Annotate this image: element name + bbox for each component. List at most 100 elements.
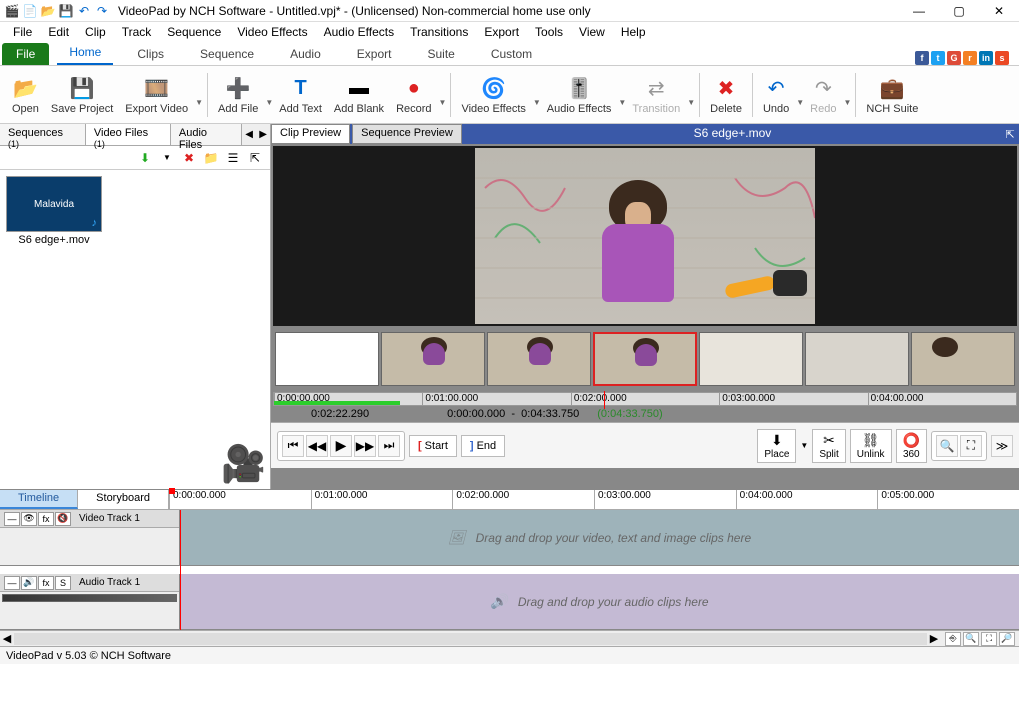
ribbon-tab-sequence[interactable]: Sequence xyxy=(188,43,266,65)
menu-videoeffects[interactable]: Video Effects xyxy=(230,23,314,41)
audio-effects-button[interactable]: 🎚️Audio Effects xyxy=(541,70,618,120)
delete-button[interactable]: ✖Delete xyxy=(704,70,748,120)
chevron-down-icon[interactable]: ▼ xyxy=(618,98,626,121)
video-track-lane[interactable]: 🖼 Drag and drop your video, text and ima… xyxy=(180,510,1019,566)
ribbon-tab-suite[interactable]: Suite xyxy=(415,43,466,65)
ribbon-tab-clips[interactable]: Clips xyxy=(125,43,176,65)
snap-icon[interactable]: ⎆ xyxy=(945,632,961,646)
unlink-button[interactable]: ⛓Unlink xyxy=(850,429,892,463)
reddit-icon[interactable]: r xyxy=(963,51,977,65)
menu-edit[interactable]: Edit xyxy=(41,23,76,41)
twitter-icon[interactable]: t xyxy=(931,51,945,65)
nch-suite-button[interactable]: 💼NCH Suite xyxy=(860,70,924,120)
menu-tools[interactable]: Tools xyxy=(528,23,570,41)
filmstrip[interactable] xyxy=(273,330,1017,390)
tab-storyboard[interactable]: Storyboard xyxy=(78,490,169,509)
scrub-ruler[interactable]: 0:00:00.000 0:01:00.000 0:02:00.000 0:03… xyxy=(273,392,1017,406)
menu-transitions[interactable]: Transitions xyxy=(403,23,475,41)
googleplus-icon[interactable]: G xyxy=(947,51,961,65)
set-start-button[interactable]: [Start xyxy=(409,435,457,457)
chevron-down-icon[interactable]: ▼ xyxy=(158,149,176,167)
goto-end-button[interactable]: ⏭ xyxy=(378,435,400,457)
linkedin-icon[interactable]: in xyxy=(979,51,993,65)
ribbon-tab-export[interactable]: Export xyxy=(345,43,404,65)
clip-item[interactable]: Malavida S6 edge+.mov xyxy=(6,176,102,246)
ribbon-tab-home[interactable]: Home xyxy=(57,41,113,65)
tab-clip-preview[interactable]: Clip Preview xyxy=(271,124,350,144)
video-effects-button[interactable]: 🌀Video Effects xyxy=(455,70,531,120)
audio-track-lane[interactable]: 🔊 Drag and drop your audio clips here xyxy=(180,574,1019,630)
new-folder-icon[interactable]: 📁 xyxy=(202,149,220,167)
menu-help[interactable]: Help xyxy=(614,23,653,41)
list-view-icon[interactable]: ☰ xyxy=(224,149,242,167)
detach-icon[interactable]: ⇱ xyxy=(246,149,264,167)
undo-icon[interactable]: ↶ xyxy=(76,3,92,19)
timeline-ruler[interactable]: 0:00:00.000 0:01:00.000 0:02:00.000 0:03… xyxy=(169,490,1019,509)
record-button[interactable]: ●Record xyxy=(390,70,437,120)
chevron-down-icon[interactable]: ▼ xyxy=(439,98,447,121)
preview-viewport[interactable] xyxy=(273,146,1017,326)
undo-button[interactable]: ↶Undo xyxy=(757,70,795,120)
ribbon-tab-custom[interactable]: Custom xyxy=(479,43,544,65)
volume-slider[interactable] xyxy=(2,594,177,602)
chevron-down-icon[interactable]: ▼ xyxy=(265,98,273,121)
delete-clip-icon[interactable]: ✖ xyxy=(180,149,198,167)
bin-tab-sequences[interactable]: Sequences (1) xyxy=(0,124,86,145)
menu-sequence[interactable]: Sequence xyxy=(160,23,228,41)
place-button[interactable]: ⬇Place xyxy=(757,429,796,463)
mute-icon[interactable]: 🔇 xyxy=(55,512,71,526)
bin-nav-left[interactable]: ◀ xyxy=(242,124,256,145)
eye-icon[interactable]: 👁 xyxy=(21,512,37,526)
save-icon[interactable]: 💾 xyxy=(58,3,74,19)
360-button[interactable]: ⭕360 xyxy=(896,429,927,463)
chevron-down-icon[interactable]: ▼ xyxy=(195,98,203,121)
add-clip-icon[interactable]: ⬇ xyxy=(136,149,154,167)
fx-icon[interactable]: fx xyxy=(38,576,54,590)
export-video-button[interactable]: 🎞️Export Video xyxy=(119,70,194,120)
timeline-hscrollbar[interactable]: ◀ ▶ ⎆ 🔍 ⛶ 🔎 xyxy=(0,630,1019,646)
chevron-down-icon[interactable]: ▼ xyxy=(800,441,808,450)
step-fwd-button[interactable]: ▶▶ xyxy=(354,435,376,457)
stumble-icon[interactable]: s xyxy=(995,51,1009,65)
tab-sequence-preview[interactable]: Sequence Preview xyxy=(352,124,462,144)
close-button[interactable]: ✕ xyxy=(979,0,1019,22)
collapse-icon[interactable]: — xyxy=(4,576,20,590)
set-end-button[interactable]: ]End xyxy=(461,435,505,457)
goto-start-button[interactable]: ⏮ xyxy=(282,435,304,457)
split-button[interactable]: ✂Split xyxy=(812,429,845,463)
chevron-down-icon[interactable]: ▼ xyxy=(687,98,695,121)
fit-button[interactable]: ⛶ xyxy=(960,435,982,457)
ribbon-file-tab[interactable]: File xyxy=(2,43,49,65)
save-project-button[interactable]: 💾Save Project xyxy=(45,70,119,120)
menu-clip[interactable]: Clip xyxy=(78,23,113,41)
menu-export[interactable]: Export xyxy=(477,23,526,41)
new-icon[interactable]: 📄 xyxy=(22,3,38,19)
open-button[interactable]: 📂Open xyxy=(6,70,45,120)
open-folder-icon[interactable]: 📂 xyxy=(40,3,56,19)
add-file-button[interactable]: ➕Add File xyxy=(212,70,264,120)
menu-file[interactable]: File xyxy=(6,23,39,41)
ribbon-tab-audio[interactable]: Audio xyxy=(278,43,333,65)
redo-button[interactable]: ↷Redo xyxy=(804,70,842,120)
chevron-down-icon[interactable]: ▼ xyxy=(796,98,804,121)
tab-timeline[interactable]: Timeline xyxy=(0,490,78,509)
menu-view[interactable]: View xyxy=(572,23,612,41)
maximize-button[interactable]: ▢ xyxy=(939,0,979,22)
add-blank-button[interactable]: ▬Add Blank xyxy=(328,70,390,120)
bin-tab-audio[interactable]: Audio Files xyxy=(171,124,242,145)
add-text-button[interactable]: TAdd Text xyxy=(273,70,328,120)
menu-audioeffects[interactable]: Audio Effects xyxy=(317,23,402,41)
zoom-button[interactable]: 🔍 xyxy=(936,435,958,457)
menu-track[interactable]: Track xyxy=(115,23,159,41)
playhead-icon[interactable] xyxy=(169,488,175,494)
zoom-fit-icon[interactable]: ⛶ xyxy=(981,632,997,646)
collapse-icon[interactable]: — xyxy=(4,512,20,526)
fx-icon[interactable]: fx xyxy=(38,512,54,526)
zoom-out-icon[interactable]: 🔎 xyxy=(999,632,1015,646)
solo-icon[interactable]: S xyxy=(55,576,71,590)
facebook-icon[interactable]: f xyxy=(915,51,929,65)
redo-icon[interactable]: ↷ xyxy=(94,3,110,19)
play-button[interactable]: ▶ xyxy=(330,435,352,457)
chevron-down-icon[interactable]: ▼ xyxy=(843,98,851,121)
bin-tab-videos[interactable]: Video Files (1) xyxy=(86,124,171,145)
